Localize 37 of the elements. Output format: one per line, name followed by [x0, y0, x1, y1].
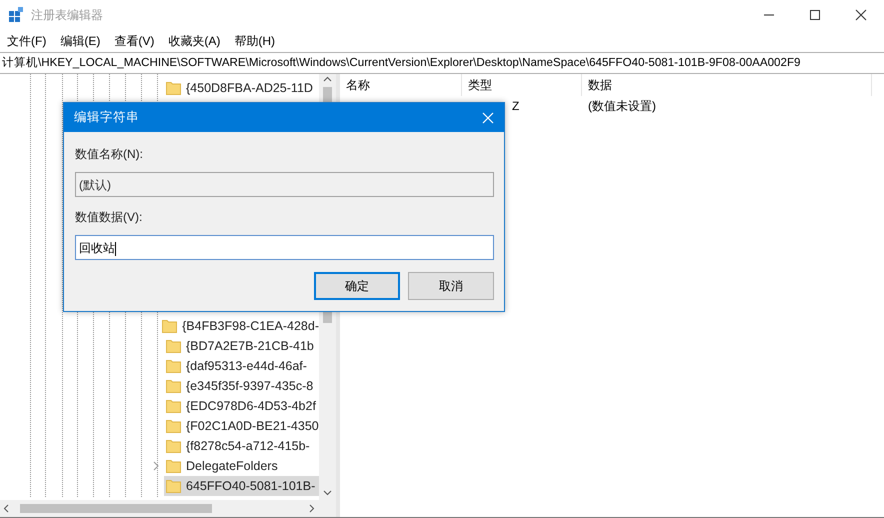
- folder-icon: [166, 439, 181, 453]
- menu-item[interactable]: 编辑(E): [53, 32, 108, 50]
- scrollbar-thumb[interactable]: [20, 504, 212, 513]
- table-cell: (数值未设置): [588, 98, 656, 112]
- address-bar[interactable]: 计算机\HKEY_LOCAL_MACHINE\SOFTWARE\Microsoft\Windows\CurrentVersion\Explorer\Desktop\NameSpace\645FFO40-5081-101B-9F08-00AA002F9: [0, 52, 884, 74]
- value-data-field[interactable]: 回收站: [75, 235, 494, 260]
- folder-icon: [166, 81, 181, 95]
- dialog-button[interactable]: 取消: [408, 272, 494, 300]
- folder-icon: [166, 419, 181, 433]
- expand-chevron-icon[interactable]: [152, 461, 160, 471]
- folder-icon: [166, 379, 181, 393]
- horizontal-scrollbar[interactable]: [0, 500, 336, 517]
- folder-icon: [166, 399, 181, 413]
- folder-icon: [162, 319, 178, 333]
- folder-icon: [166, 359, 181, 373]
- column-header[interactable]: 数据: [582, 74, 872, 96]
- close-icon: [855, 9, 867, 21]
- window-title: 注册表编辑器: [31, 6, 103, 24]
- menu-item[interactable]: 收藏夹(A): [161, 32, 228, 50]
- field-label: 数值数据(V):: [75, 209, 144, 226]
- folder-icon: [166, 479, 181, 493]
- dialog-button[interactable]: 确定: [314, 272, 400, 300]
- field-label: 数值名称(N):: [75, 146, 144, 163]
- close-icon[interactable]: [482, 112, 494, 124]
- folder-icon: [166, 339, 181, 353]
- menu-item[interactable]: 查看(V): [107, 32, 162, 50]
- tree-item[interactable]: 645FFO40-5081-101B-: [164, 476, 319, 496]
- dialog-title: 编辑字符串: [74, 109, 139, 126]
- maximize-icon: [809, 9, 821, 21]
- column-header[interactable]: 类型: [462, 74, 582, 96]
- menu-item[interactable]: 帮助(H): [227, 32, 282, 50]
- table-cell: Z: [512, 99, 520, 113]
- folder-icon: [166, 459, 181, 473]
- registry-editor-icon: [8, 7, 24, 23]
- value-name-field[interactable]: (默认): [75, 172, 494, 197]
- menu-item[interactable]: 文件(F): [0, 32, 54, 50]
- column-header[interactable]: 名称: [340, 74, 462, 96]
